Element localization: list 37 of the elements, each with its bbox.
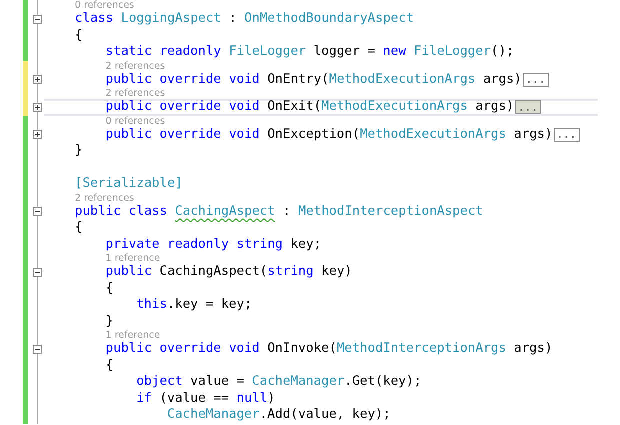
expand-icon[interactable] (32, 130, 42, 140)
collapsed-code-marker[interactable]: ... (522, 72, 549, 87)
code-line: public CachingAspect(string key) (106, 265, 352, 280)
references-link[interactable]: 2 references (106, 88, 166, 99)
references-link[interactable]: 2 references (75, 192, 134, 204)
references-link[interactable]: 1 reference (106, 330, 160, 341)
code-line: } (106, 314, 114, 329)
collapsed-code-marker[interactable]: ... (515, 100, 542, 114)
code-line: } (75, 144, 83, 158)
code-line: public override void OnInvoke(MethodInterceptionArgs args) (106, 342, 553, 356)
expand-icon[interactable] (32, 102, 42, 112)
code-line: object value = CacheManager.Get(key); (136, 375, 422, 390)
collapse-icon[interactable] (32, 268, 42, 277)
references-link[interactable]: 2 references (106, 60, 166, 72)
code-line: { (106, 282, 114, 296)
code-line: { (75, 28, 83, 43)
code-line: public override void OnEntry(MethodExecutionArgs args) (106, 72, 522, 87)
code-line: if (value == null) (136, 392, 276, 406)
references-link[interactable]: 1 reference (106, 253, 160, 264)
references-link[interactable]: 0 references (75, 0, 134, 11)
collapsed-code-marker[interactable]: ... (554, 128, 580, 142)
code-line: public override void OnExit(MethodExecutionArgs args) (106, 100, 514, 114)
collapse-icon[interactable] (32, 207, 42, 216)
code-line: class LoggingAspect : OnMethodBoundaryAspect (75, 12, 414, 26)
code-line: public class CachingAspect : MethodInterceptionAspect (75, 204, 484, 219)
collapse-icon[interactable] (32, 14, 42, 24)
collapse-icon[interactable] (32, 344, 42, 354)
code-line: public override void OnException(MethodExecutionArgs args) (106, 128, 553, 142)
code-line: this.key = key; (136, 298, 252, 312)
code-line: [Serializable] (75, 177, 183, 192)
code-line: static readonly FileLogger logger = new FileLogger(); (106, 45, 514, 60)
code-line: { (75, 221, 83, 236)
code-line: CacheManager.Add(value, key); (167, 408, 391, 422)
expand-icon[interactable] (32, 75, 42, 84)
code-line: { (106, 358, 114, 373)
code-line: private readonly string key; (106, 238, 322, 252)
references-link[interactable]: 0 references (106, 116, 166, 126)
